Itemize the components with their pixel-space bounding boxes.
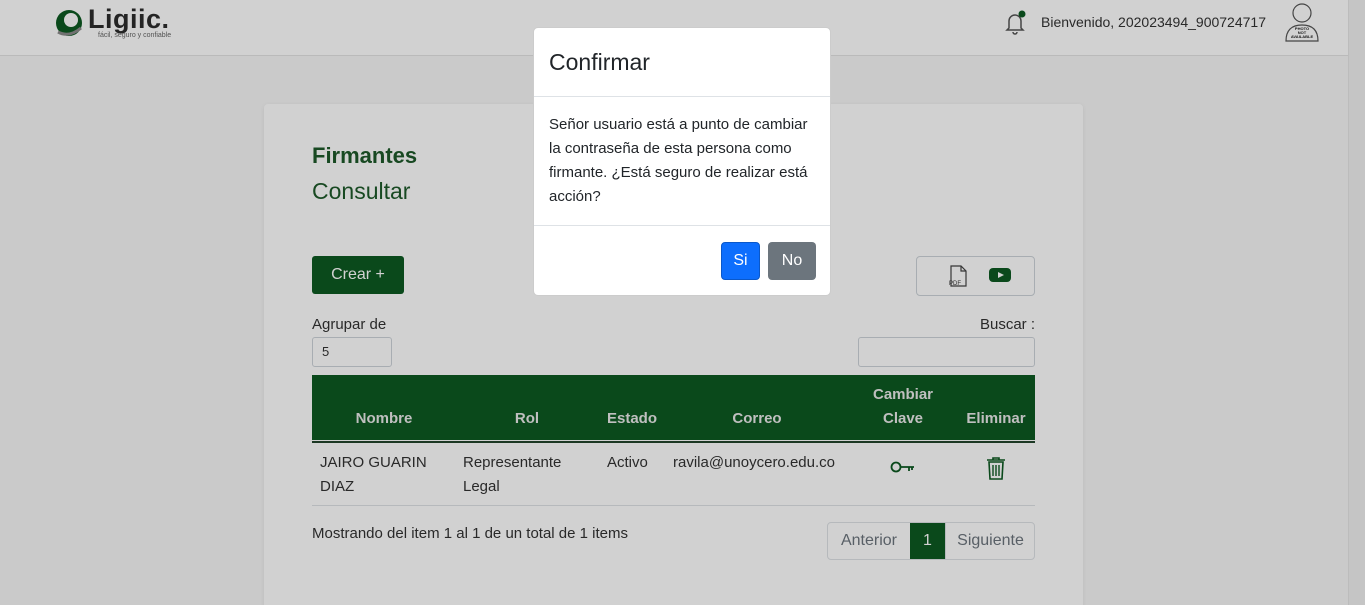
confirm-yes-button[interactable]: Si — [721, 242, 760, 280]
modal-body-text: Señor usuario está a punto de cambiar la… — [549, 116, 808, 205]
confirm-modal: Confirmar Señor usuario está a punto de … — [533, 27, 831, 296]
modal-title: Confirmar — [549, 49, 650, 75]
confirm-no-button[interactable]: No — [768, 242, 816, 280]
modal-footer: Si No — [534, 225, 830, 296]
modal-header: Confirmar — [534, 28, 830, 97]
